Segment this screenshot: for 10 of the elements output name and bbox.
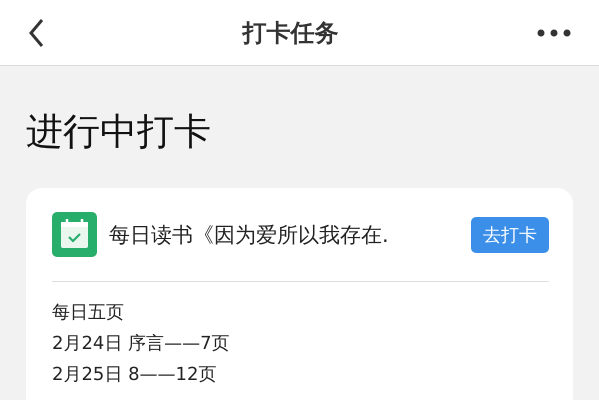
task-description: 2月24日 序言——7页 — [52, 333, 231, 356]
back-icon[interactable] — [28, 18, 44, 48]
more-icon[interactable] — [537, 28, 571, 36]
check-in-button[interactable]: 去打卡 — [471, 216, 549, 253]
calendar-icon — [52, 212, 97, 258]
task-title: 每日读书《因为爱所以我存在. — [109, 222, 390, 249]
task-description: 2月25日 8——12页 — [52, 364, 218, 386]
nav-title: 打卡任务 — [242, 18, 338, 48]
task-description: 每日五页 — [52, 302, 125, 324]
section-title: 进行中打卡 — [26, 109, 212, 155]
